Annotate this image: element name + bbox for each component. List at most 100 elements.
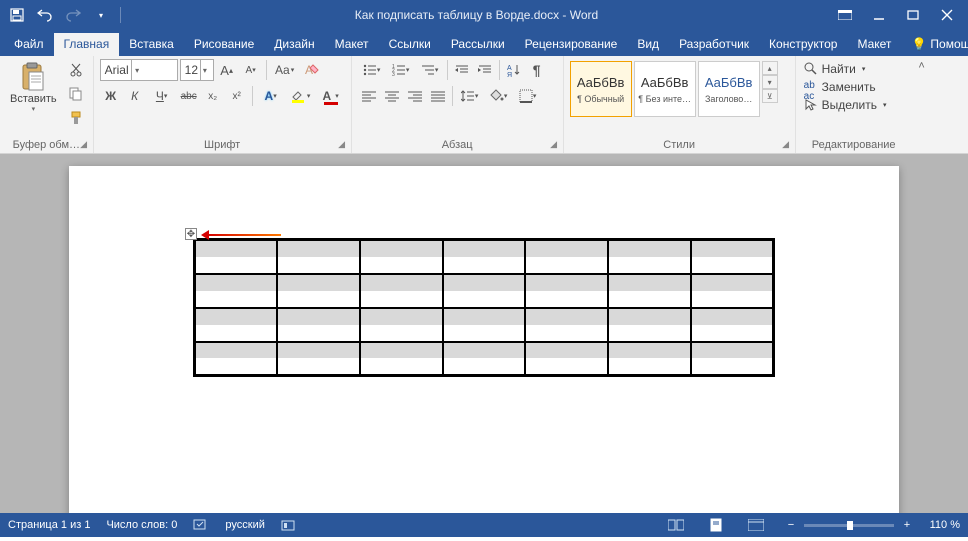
table-cell[interactable] <box>525 240 608 274</box>
tab-table-layout[interactable]: Макет <box>847 33 901 56</box>
tab-view[interactable]: Вид <box>627 33 669 56</box>
underline-button[interactable]: Ч▾ <box>148 85 176 107</box>
decrease-indent-icon[interactable] <box>451 59 473 81</box>
change-case-icon[interactable]: Aa▾ <box>271 59 299 81</box>
collapse-ribbon-icon[interactable]: ˄ <box>918 60 924 72</box>
find-button[interactable]: Найти▾ <box>802 61 906 77</box>
borders-icon[interactable]: ▾ <box>514 85 542 107</box>
table-cell[interactable] <box>443 240 526 274</box>
increase-indent-icon[interactable] <box>474 59 496 81</box>
grow-font-icon[interactable]: A▴ <box>216 59 238 81</box>
styles-dialog-icon[interactable]: ◢ <box>780 138 792 150</box>
align-right-icon[interactable] <box>404 85 426 107</box>
table-cell[interactable] <box>525 308 608 342</box>
table-cell[interactable] <box>691 308 774 342</box>
table-cell[interactable] <box>525 342 608 376</box>
close-icon[interactable] <box>930 2 964 28</box>
superscript-button[interactable]: x² <box>226 85 248 107</box>
table-cell[interactable] <box>195 240 278 274</box>
numbering-icon[interactable]: 123▾ <box>387 59 415 81</box>
tab-developer[interactable]: Разработчик <box>669 33 759 56</box>
table-cell[interactable] <box>277 342 360 376</box>
table-move-handle-icon[interactable]: ✥ <box>185 228 197 240</box>
web-layout-icon[interactable] <box>744 515 768 535</box>
table-cell[interactable] <box>195 342 278 376</box>
zoom-out-button[interactable]: − <box>784 519 798 531</box>
zoom-slider[interactable] <box>804 524 894 527</box>
justify-icon[interactable] <box>427 85 449 107</box>
table-cell[interactable] <box>195 274 278 308</box>
format-painter-icon[interactable] <box>65 107 87 129</box>
cut-icon[interactable] <box>65 59 87 81</box>
tell-me[interactable]: 💡Помощн <box>901 33 968 56</box>
table-cell[interactable] <box>360 342 443 376</box>
styles-down-icon[interactable]: ▾ <box>762 75 778 89</box>
paragraph-dialog-icon[interactable]: ◢ <box>548 138 560 150</box>
clear-format-icon[interactable]: A <box>301 59 323 81</box>
spellcheck-icon[interactable] <box>193 518 209 532</box>
maximize-icon[interactable] <box>896 2 930 28</box>
shrink-font-icon[interactable]: A▾ <box>240 59 262 81</box>
tab-review[interactable]: Рецензирование <box>515 33 628 56</box>
replace-button[interactable]: abacЗаменить <box>802 79 906 95</box>
tab-insert[interactable]: Вставка <box>119 33 184 56</box>
table-cell[interactable] <box>360 308 443 342</box>
sort-icon[interactable]: AЯ <box>503 59 525 81</box>
select-button[interactable]: Выделить▾ <box>802 97 906 113</box>
styles-more-icon[interactable]: ⊻ <box>762 89 778 103</box>
font-color-icon[interactable]: A▾ <box>317 85 345 107</box>
table-cell[interactable] <box>608 274 691 308</box>
bold-button[interactable]: Ж <box>100 85 122 107</box>
redo-icon[interactable] <box>60 2 86 28</box>
read-mode-icon[interactable] <box>664 515 688 535</box>
zoom-level[interactable]: 110 % <box>920 519 960 531</box>
tab-design[interactable]: Дизайн <box>264 33 324 56</box>
qat-customize-icon[interactable]: ▾ <box>88 2 114 28</box>
undo-icon[interactable] <box>32 2 58 28</box>
page-count[interactable]: Страница 1 из 1 <box>8 519 90 531</box>
zoom-in-button[interactable]: + <box>900 519 914 531</box>
table-cell[interactable] <box>608 240 691 274</box>
macro-icon[interactable] <box>281 518 295 532</box>
tab-home[interactable]: Главная <box>54 33 120 56</box>
font-dialog-icon[interactable]: ◢ <box>336 138 348 150</box>
print-layout-icon[interactable] <box>704 515 728 535</box>
styles-gallery-controls[interactable]: ▴▾⊻ <box>762 61 778 103</box>
strikethrough-button[interactable]: abc <box>178 85 200 107</box>
align-center-icon[interactable] <box>381 85 403 107</box>
font-size-combo[interactable]: 12▾ <box>180 59 214 81</box>
bullets-icon[interactable]: ▾ <box>358 59 386 81</box>
table-cell[interactable] <box>525 274 608 308</box>
line-spacing-icon[interactable]: ▾ <box>456 85 484 107</box>
table-cell[interactable] <box>277 274 360 308</box>
italic-button[interactable]: К <box>124 85 146 107</box>
table-cell[interactable] <box>195 308 278 342</box>
tab-file[interactable]: Файл <box>4 33 54 56</box>
language[interactable]: русский <box>225 519 264 531</box>
show-marks-icon[interactable]: ¶ <box>526 59 548 81</box>
tab-references[interactable]: Ссылки <box>379 33 441 56</box>
table-cell[interactable] <box>608 308 691 342</box>
table-cell[interactable] <box>360 274 443 308</box>
clipboard-dialog-icon[interactable]: ◢ <box>78 138 90 150</box>
table-cell[interactable] <box>691 342 774 376</box>
tab-draw[interactable]: Рисование <box>184 33 264 56</box>
tab-mailings[interactable]: Рассылки <box>441 33 515 56</box>
document-workspace[interactable]: ✥ <box>0 154 968 513</box>
align-left-icon[interactable] <box>358 85 380 107</box>
shading-icon[interactable]: ▾ <box>485 85 513 107</box>
document-table[interactable] <box>193 238 775 377</box>
style-heading1[interactable]: АаБбВвЗаголово… <box>698 61 760 117</box>
tab-layout[interactable]: Макет <box>325 33 379 56</box>
table-cell[interactable] <box>691 240 774 274</box>
text-effects-icon[interactable]: A▾ <box>257 85 285 107</box>
table-cell[interactable] <box>443 342 526 376</box>
styles-up-icon[interactable]: ▴ <box>762 61 778 75</box>
table-cell[interactable] <box>277 240 360 274</box>
style-normal[interactable]: АаБбВв¶ Обычный <box>570 61 632 117</box>
ribbon-display-icon[interactable] <box>828 2 862 28</box>
save-icon[interactable] <box>4 2 30 28</box>
font-name-combo[interactable]: Arial▾ <box>100 59 178 81</box>
table-cell[interactable] <box>608 342 691 376</box>
table-cell[interactable] <box>691 274 774 308</box>
